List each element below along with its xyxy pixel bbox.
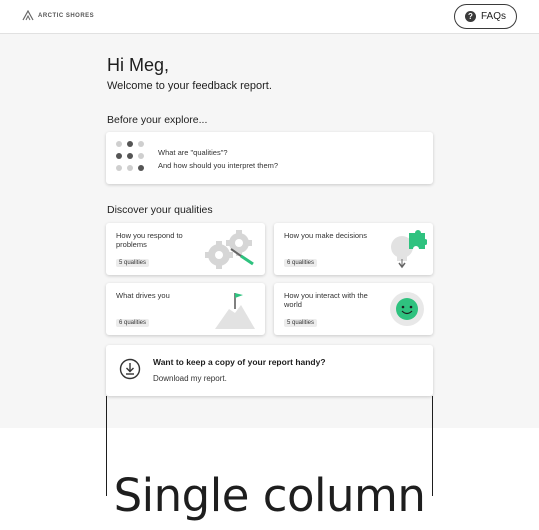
- arctic-shores-logo[interactable]: ARCTIC SHORES: [22, 10, 94, 21]
- gears-icon: [205, 230, 254, 269]
- quality-card-title: How you make decisions: [284, 231, 367, 240]
- quality-count-badge: 6 qualities: [116, 319, 150, 327]
- smiley-icon: [390, 292, 424, 326]
- quality-count-badge: 5 qualities: [284, 319, 318, 327]
- explore-section-heading: Before your explore...: [107, 114, 208, 126]
- quality-card-problems[interactable]: How you respond to problems 5 qualities: [106, 223, 265, 275]
- quality-card-decisions[interactable]: How you make decisions 6 qualities: [274, 223, 433, 275]
- top-header: ARCTIC SHORES ? FAQs: [0, 0, 539, 34]
- quality-count-badge: 5 qualities: [116, 259, 150, 267]
- quality-card-title: What drives you: [116, 291, 170, 300]
- faqs-button-label: FAQs: [480, 11, 506, 22]
- quality-card-title: How you respond to problems: [116, 231, 183, 249]
- qualities-explainer-card[interactable]: What are "qualities"? And how should you…: [106, 132, 433, 184]
- dots-grid-icon: [116, 141, 146, 175]
- mountain-flag-icon: [215, 293, 255, 329]
- logo-text: ARCTIC SHORES: [38, 12, 95, 19]
- download-card-title: Want to keep a copy of your report handy…: [153, 357, 326, 367]
- quality-card-drives[interactable]: What drives you 6 qualities: [106, 283, 265, 335]
- faqs-button[interactable]: ? FAQs: [454, 4, 517, 29]
- layout-caption: Single column: [113, 469, 426, 522]
- question-circle-icon: ?: [464, 11, 476, 22]
- greeting-heading: Hi Meg,: [107, 55, 170, 75]
- download-report-card[interactable]: Want to keep a copy of your report handy…: [106, 345, 433, 396]
- download-icon: [119, 358, 141, 380]
- explainer-title: What are "qualities"?: [158, 148, 228, 157]
- explainer-subtitle: And how should you interpret them?: [158, 161, 279, 170]
- logo-mark-icon: [22, 10, 34, 21]
- welcome-text: Welcome to your feedback report.: [107, 80, 272, 92]
- quality-card-interaction[interactable]: How you interact with the world 5 qualit…: [274, 283, 433, 335]
- download-report-link[interactable]: Download my report.: [153, 374, 227, 383]
- puzzle-bulb-icon: [391, 230, 427, 269]
- discover-section-heading: Discover your qualities: [107, 204, 213, 216]
- quality-count-badge: 6 qualities: [284, 259, 318, 267]
- quality-card-title: How you interact with the world: [284, 291, 368, 309]
